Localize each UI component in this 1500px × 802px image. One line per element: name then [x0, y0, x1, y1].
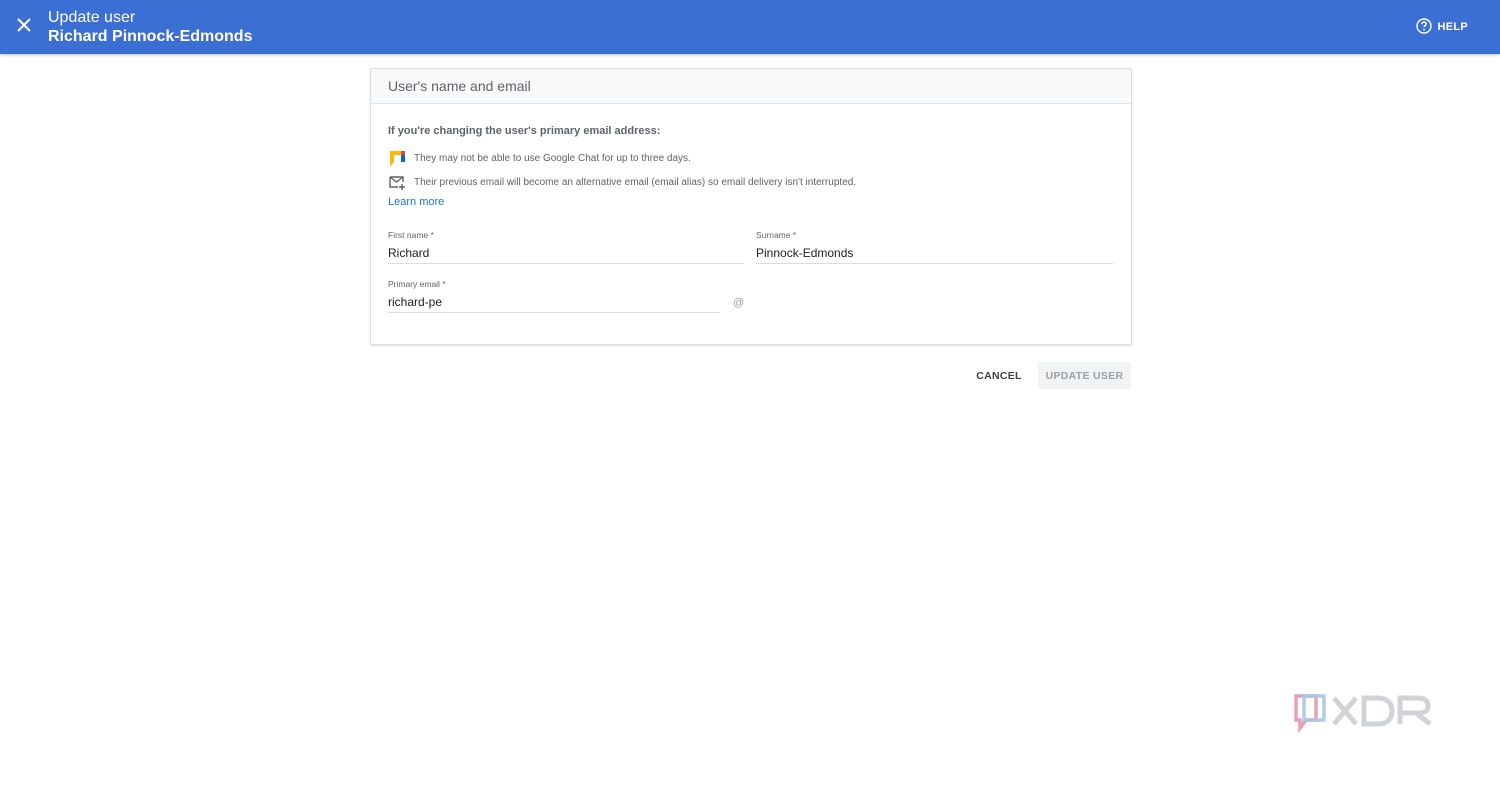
- page-title: Update user: [48, 9, 136, 26]
- primary-email-label: Primary email *: [388, 279, 446, 289]
- card-title: User's name and email: [371, 69, 1131, 104]
- first-name-label: First name *: [388, 230, 434, 240]
- user-name-title: Richard Pinnock-Edmonds: [48, 28, 253, 45]
- close-icon: [17, 17, 31, 37]
- user-name-email-card: User's name and email If you're changing…: [370, 68, 1132, 345]
- close-button[interactable]: [12, 15, 36, 39]
- cancel-button[interactable]: CANCEL: [969, 362, 1029, 389]
- surname-input[interactable]: [756, 242, 1113, 264]
- learn-more-link[interactable]: Learn more: [388, 196, 444, 208]
- update-user-button[interactable]: UPDATE USER: [1038, 362, 1131, 389]
- google-chat-icon: [388, 149, 406, 167]
- help-button[interactable]: HELP: [1416, 17, 1468, 37]
- xda-watermark-logo: [1292, 690, 1440, 740]
- notice-text: Their previous email will become an alte…: [414, 176, 857, 188]
- notice-item-chat: They may not be able to use Google Chat …: [388, 149, 691, 167]
- first-name-input[interactable]: [388, 242, 744, 264]
- email-domain-suffix: @: [733, 297, 745, 309]
- mail-add-icon: [388, 173, 406, 191]
- surname-field: Surname *: [756, 230, 1113, 264]
- surname-label: Surname *: [756, 230, 797, 240]
- first-name-field: First name *: [388, 230, 744, 264]
- notice-title: If you're changing the user's primary em…: [388, 125, 661, 137]
- help-label: HELP: [1437, 21, 1468, 33]
- notice-text: They may not be able to use Google Chat …: [414, 152, 691, 164]
- top-app-bar: Update user Richard Pinnock-Edmonds HELP: [0, 0, 1500, 54]
- help-circle-icon: [1416, 17, 1433, 37]
- notice-item-email-alias: Their previous email will become an alte…: [388, 173, 856, 191]
- primary-email-field: Primary email *: [388, 279, 720, 313]
- primary-email-input[interactable]: [388, 291, 720, 313]
- title-block: Update user Richard Pinnock-Edmonds: [48, 8, 252, 46]
